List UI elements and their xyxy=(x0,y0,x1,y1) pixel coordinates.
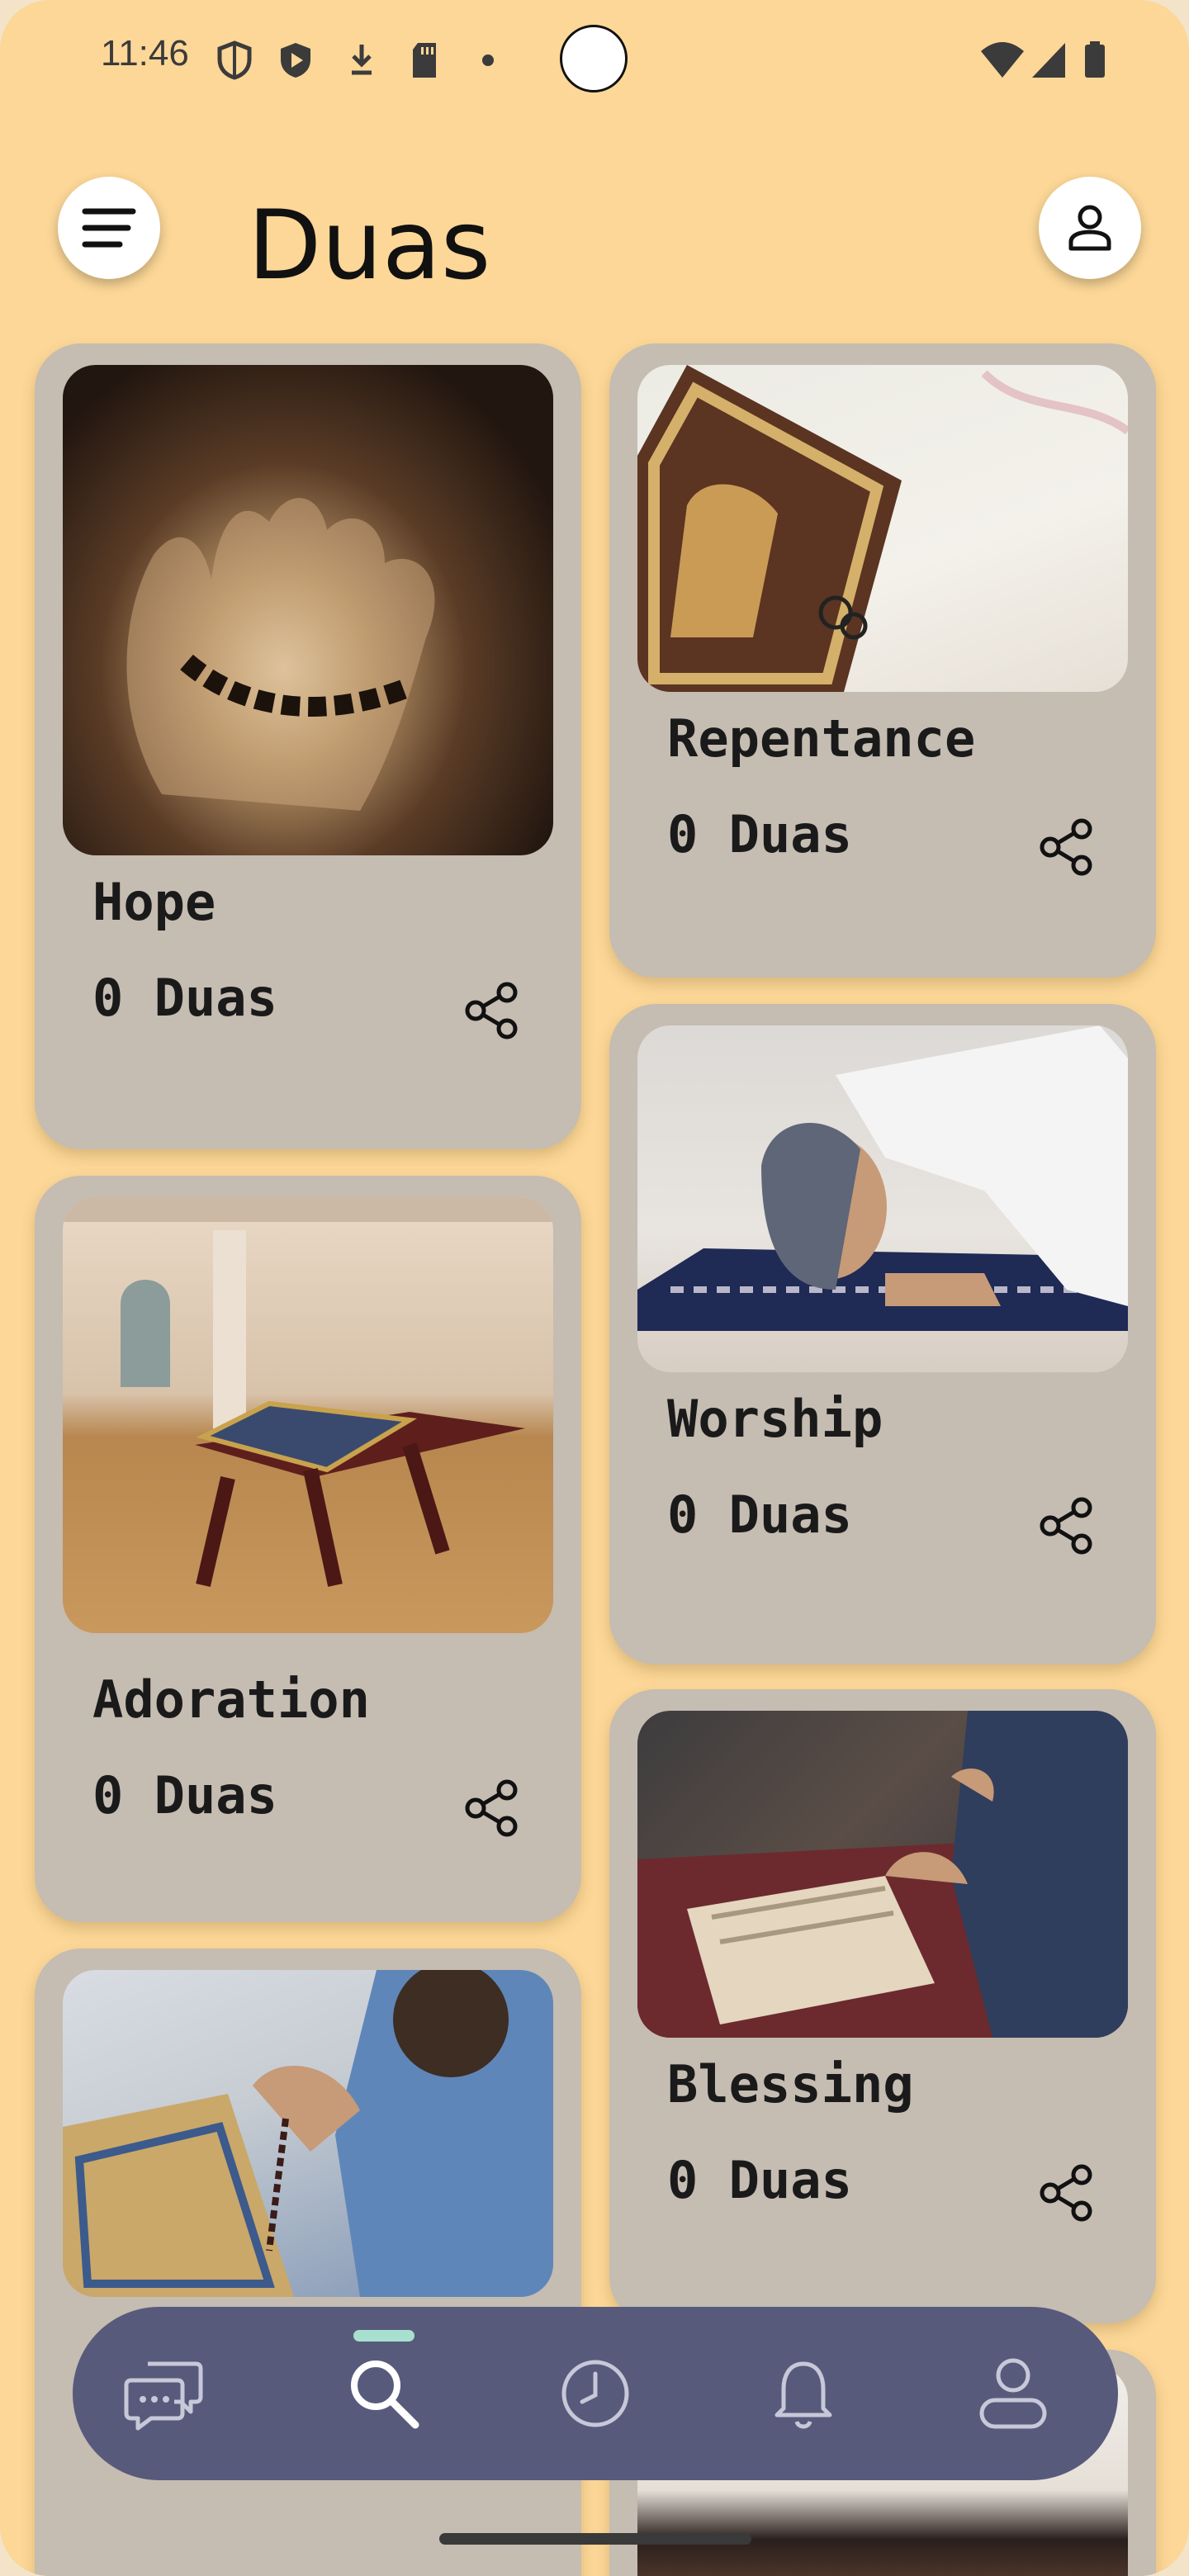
category-card-adoration[interactable]: Adoration 0 Duas xyxy=(35,1176,581,1922)
status-bar: 11:46 xyxy=(0,0,1189,124)
chat-icon xyxy=(124,2361,203,2431)
card-count: 0 Duas xyxy=(667,1485,852,1545)
card-count: 0 Duas xyxy=(667,804,852,864)
card-title: Blessing xyxy=(667,2054,914,2114)
share-icon[interactable] xyxy=(462,1778,522,1838)
card-title: Repentance xyxy=(667,708,976,769)
card-title: Worship xyxy=(667,1389,883,1449)
download-icon xyxy=(352,45,372,75)
page-title: Duas xyxy=(248,190,491,301)
share-icon[interactable] xyxy=(1037,1496,1097,1556)
menu-icon xyxy=(82,208,136,248)
dua-image xyxy=(63,1970,553,2297)
nav-search[interactable] xyxy=(339,2348,429,2439)
menu-button[interactable] xyxy=(58,177,160,279)
wifi-icon xyxy=(981,42,1024,78)
nav-notifications[interactable] xyxy=(758,2348,849,2439)
shield-icon xyxy=(217,40,252,80)
nav-chat[interactable] xyxy=(119,2348,210,2439)
share-icon[interactable] xyxy=(462,981,522,1040)
card-title: Hope xyxy=(92,872,216,932)
hope-image xyxy=(63,365,553,855)
share-icon[interactable] xyxy=(1037,2163,1097,2223)
person-icon xyxy=(1068,205,1111,251)
card-count: 0 Duas xyxy=(92,1765,277,1825)
repentance-image xyxy=(637,365,1128,692)
profile-icon xyxy=(979,2358,1047,2429)
adoration-image xyxy=(63,1197,553,1633)
bell-icon xyxy=(775,2361,832,2429)
app-screen: 11:46 Duas Hope 0 Duas Repentance 0 Duas… xyxy=(0,0,1189,2576)
card-count: 0 Duas xyxy=(92,968,277,1028)
card-title: Adoration xyxy=(92,1669,370,1730)
bottom-navigation xyxy=(73,2307,1118,2480)
worship-image xyxy=(637,1025,1128,1372)
card-count: 0 Duas xyxy=(667,2150,852,2210)
active-tab-indicator xyxy=(353,2330,414,2342)
front-camera xyxy=(560,25,628,92)
home-indicator xyxy=(439,2533,751,2545)
share-icon[interactable] xyxy=(1037,817,1097,877)
category-card-partial[interactable] xyxy=(35,1949,581,2576)
notification-dot-icon xyxy=(482,54,494,66)
category-card-worship[interactable]: Worship 0 Duas xyxy=(609,1004,1156,1664)
sd-card-icon xyxy=(413,43,436,78)
nav-history[interactable] xyxy=(550,2348,641,2439)
search-icon xyxy=(351,2361,419,2429)
cellular-signal-icon xyxy=(1032,43,1065,78)
blessing-image xyxy=(637,1711,1128,2038)
play-shield-icon xyxy=(281,43,310,78)
status-time: 11:46 xyxy=(101,33,189,73)
profile-button[interactable] xyxy=(1039,177,1141,279)
nav-profile[interactable] xyxy=(968,2348,1059,2439)
category-card-blessing[interactable]: Blessing 0 Duas xyxy=(609,1689,1156,2323)
clock-icon xyxy=(561,2360,629,2427)
battery-icon xyxy=(1085,41,1105,78)
category-card-hope[interactable]: Hope 0 Duas xyxy=(35,343,581,1149)
category-card-repentance[interactable]: Repentance 0 Duas xyxy=(609,343,1156,978)
